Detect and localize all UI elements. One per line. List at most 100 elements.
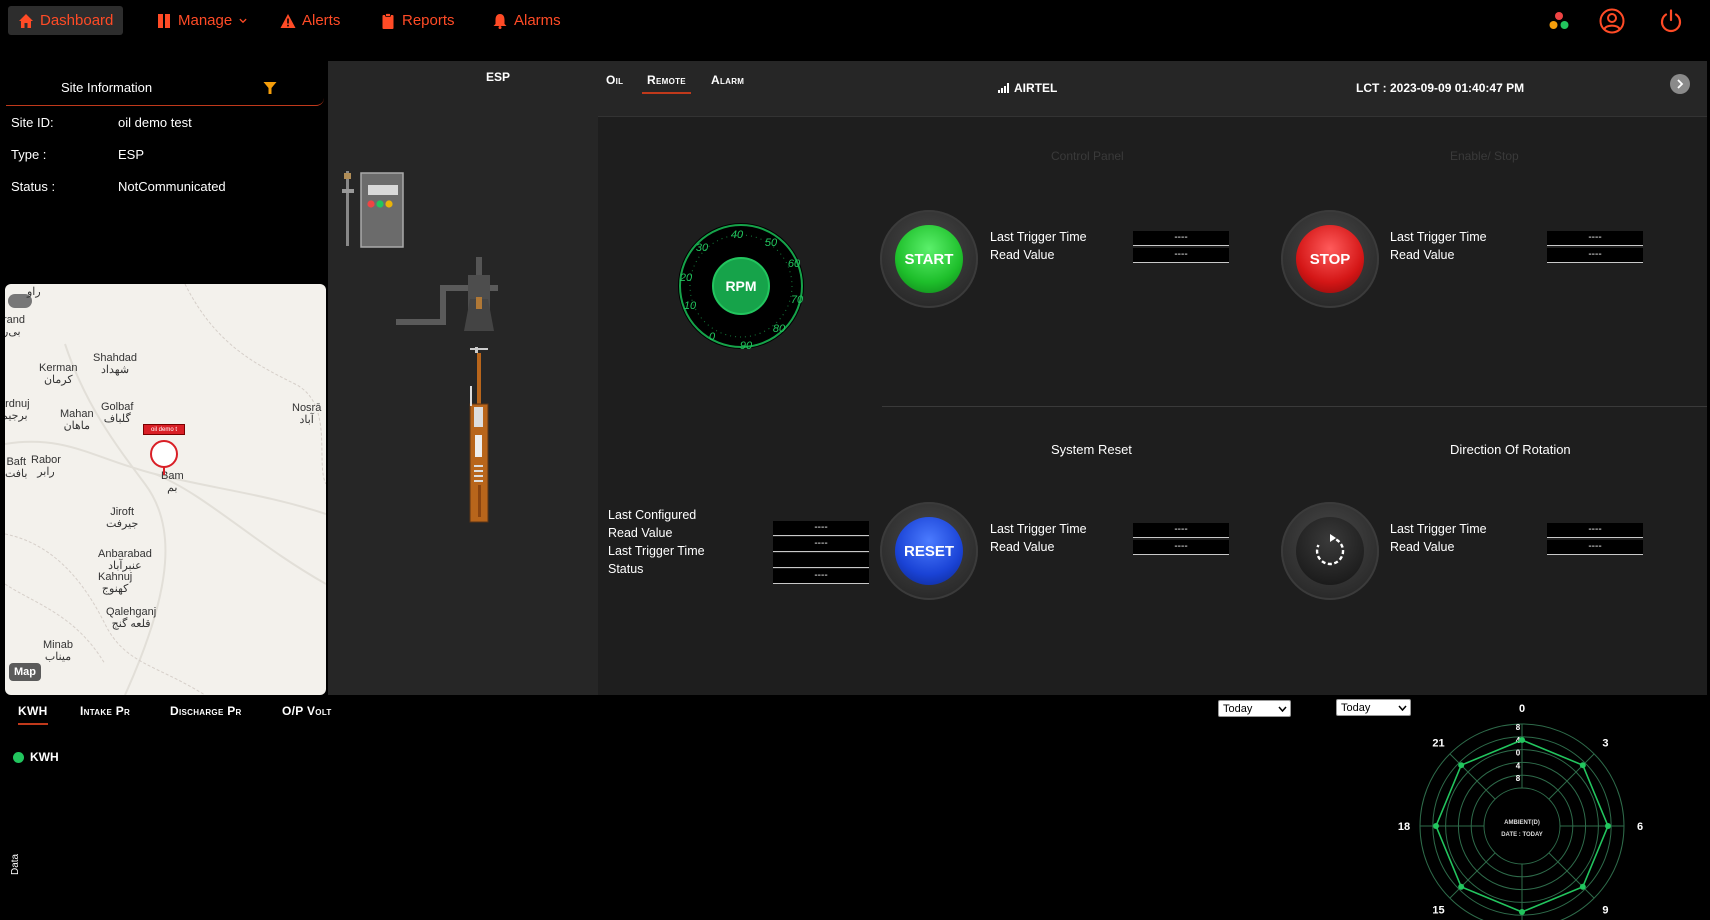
tab-intake-pr[interactable]: Intake Pr [80, 704, 130, 718]
radar-data-point[interactable] [1458, 883, 1465, 890]
radar-category-label: 3 [1602, 738, 1608, 750]
stop-read-value: ---- [1547, 248, 1643, 263]
last-configured-label: Last Configured [608, 508, 697, 522]
remote-control-panel: Oil Remote Alarm AIRTEL LCT : 2023-09-09… [598, 61, 1707, 695]
nav-reports-label: Reports [402, 12, 455, 29]
config-trigger-value [773, 553, 869, 568]
esp-wellhead-diagram [342, 171, 498, 523]
status-label: Status : [11, 179, 56, 194]
start-button-face: START [895, 225, 963, 293]
legend-dot [13, 751, 24, 763]
nav-reports[interactable]: Reports [370, 6, 465, 35]
type-label: Type : [11, 147, 47, 162]
direction-trigger-label: Last Trigger Time [1390, 522, 1487, 536]
rotate-icon [1315, 534, 1345, 566]
rpm-tick-30: 30 [696, 242, 709, 254]
user-profile-icon[interactable] [1599, 8, 1625, 34]
tab-remote[interactable]: Remote [642, 73, 691, 94]
nav-alerts[interactable]: Alerts [270, 6, 350, 35]
radar-category-label: 15 [1432, 904, 1444, 916]
chart-legend[interactable]: KWH [13, 750, 59, 764]
legend-kwh-label: KWH [30, 750, 59, 764]
nav-dashboard[interactable]: Dashboard [8, 6, 124, 35]
radar-data-point[interactable] [1458, 762, 1465, 769]
radar-category-label: 9 [1602, 904, 1608, 916]
radar-data-point[interactable] [1605, 823, 1611, 829]
manage-icon [158, 13, 170, 28]
nav-alerts-label: Alerts [302, 12, 341, 29]
direction-of-rotation-label: Direction Of Rotation [1450, 442, 1571, 457]
tab-alarm[interactable]: Alarm [711, 73, 744, 92]
map-town-qalehganj: Qalehganj قلعه گنج [106, 606, 157, 630]
config-trigger-label: Last Trigger Time [608, 544, 705, 558]
chevron-right-icon [1677, 79, 1684, 89]
radar-data-point[interactable] [1519, 909, 1525, 915]
tab-kwh[interactable]: KWH [18, 704, 48, 725]
control-panel-label: Control Panel [1051, 149, 1124, 163]
map-town-rabor: Rabor رابر [31, 454, 61, 478]
nav-alarms[interactable]: Alarms [482, 6, 571, 35]
filter-icon[interactable] [263, 81, 277, 95]
radar-data-point[interactable] [1579, 883, 1586, 890]
nav-manage-label: Manage [178, 12, 233, 29]
reset-labels: Last Trigger Time Read Value [990, 520, 1087, 556]
warning-icon [280, 13, 296, 28]
map-town-rare: راو [27, 286, 41, 298]
start-trigger-value: ---- [1133, 231, 1229, 246]
site-marker-icon[interactable] [150, 440, 178, 468]
stop-button-face: STOP [1296, 225, 1364, 293]
radar-radial-tick: 8 [1516, 774, 1521, 783]
stop-button[interactable]: STOP [1281, 210, 1379, 308]
rpm-tick-20: 20 [679, 272, 693, 284]
tab-discharge-pr[interactable]: Discharge Pr [170, 704, 242, 718]
reset-read-label: Read Value [990, 540, 1055, 554]
map-town-shahdad: Shahdad شهداد [93, 352, 138, 376]
esp-diagram-panel: ESP [328, 61, 598, 695]
start-read-value: ---- [1133, 248, 1229, 263]
rpm-tick-0: 0 [709, 331, 716, 343]
map-badge: Map [9, 663, 41, 681]
config-status-label: Status [608, 562, 644, 576]
map-town-kahnuj: Kahnuj کهنوج [98, 571, 133, 595]
radar-radial-tick: 0 [1516, 749, 1521, 758]
system-reset-label: System Reset [1051, 442, 1132, 457]
tab-oil[interactable]: Oil [606, 73, 623, 92]
next-button[interactable] [1670, 74, 1690, 94]
tab-op-volt[interactable]: O/P Volt [282, 704, 332, 718]
rpm-gauge-label: RPM [725, 278, 756, 294]
stop-read-label: Read Value [1390, 248, 1455, 262]
main-panel-header: Oil Remote Alarm AIRTEL LCT : 2023-09-09… [598, 61, 1707, 117]
map-town-nosra: Nosrā آباد [292, 402, 322, 426]
start-button[interactable]: START [880, 210, 978, 308]
direction-button[interactable] [1281, 502, 1379, 600]
status-dots-icon[interactable] [1548, 10, 1570, 32]
map-town-anbarabad: Anbarabad عنبرآباد [98, 548, 152, 572]
map-marker-label: oil demo t [143, 424, 185, 435]
map-town-ardnuj: ardnuj برجیم [5, 398, 30, 422]
date-range-select-1[interactable]: Today [1218, 700, 1291, 717]
power-icon[interactable] [1658, 8, 1684, 34]
map-town-kerman: Kerman کرمان [39, 362, 78, 386]
radar-data-point[interactable] [1433, 823, 1439, 829]
reset-button[interactable]: RESET [880, 502, 978, 600]
start-labels: Last Trigger Time Read Value [990, 228, 1087, 264]
stop-trigger-value: ---- [1547, 231, 1643, 246]
site-information-header: Site Information [6, 72, 324, 106]
last-communication-time: LCT : 2023-09-09 01:40:47 PM [1356, 81, 1525, 95]
site-id-value: oil demo test [118, 115, 192, 130]
config-read-label: Read Value [608, 526, 673, 540]
radar-category-label: 6 [1637, 821, 1643, 833]
radar-data-point[interactable] [1579, 762, 1586, 769]
config-status-value: ---- [773, 569, 869, 584]
network-indicator: AIRTEL [998, 81, 1057, 95]
config-last-value: ---- [773, 521, 869, 536]
nav-manage[interactable]: Manage [146, 6, 258, 35]
top-navigation: Dashboard Manage Alerts Reports Alarms [0, 0, 1710, 42]
radar-category-label: 0 [1519, 703, 1525, 715]
site-map[interactable]: راو rand بی‌ر Kerman کرمان Shahdad شهداد… [5, 284, 326, 695]
section-divider [882, 406, 1707, 407]
map-town-jiroft: Jiroft جیرفت [106, 506, 139, 530]
y-axis-label: Data [10, 853, 21, 875]
stop-trigger-label: Last Trigger Time [1390, 230, 1487, 244]
radar-data-point[interactable] [1519, 737, 1525, 743]
